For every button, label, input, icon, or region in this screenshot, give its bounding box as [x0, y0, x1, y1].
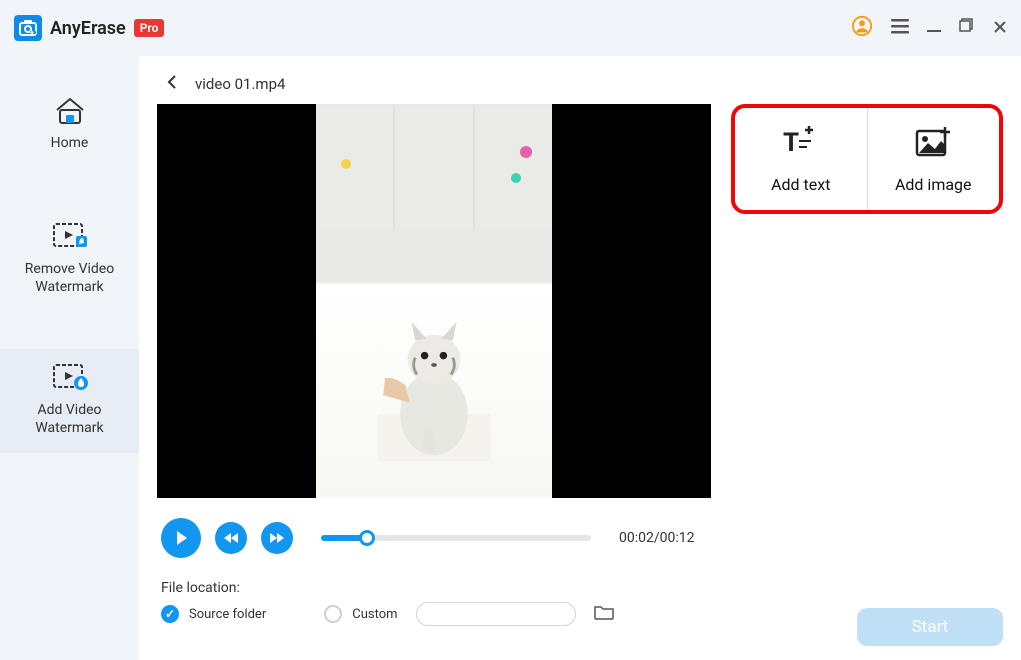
add-text-label: Add text: [771, 175, 830, 194]
add-image-button[interactable]: Add image: [867, 108, 1000, 210]
video-frame: [316, 104, 552, 498]
file-location-row: File location:: [139, 566, 1021, 600]
sidebar-item-label: Home: [51, 134, 89, 152]
minimize-icon[interactable]: [927, 19, 941, 38]
start-button-label: Start: [912, 617, 949, 637]
close-icon[interactable]: [993, 19, 1007, 38]
home-icon: [50, 94, 90, 128]
menu-icon[interactable]: [891, 18, 909, 38]
image-icon: [913, 125, 953, 163]
work-row: T Add text Add image: [139, 104, 1021, 498]
radio-label: Source folder: [189, 607, 266, 622]
app-name-label: AnyErase: [50, 18, 126, 39]
main-panel: video 01.mp4: [139, 56, 1021, 660]
cat-illustration: [374, 301, 494, 461]
add-image-label: Add image: [895, 175, 972, 194]
play-button[interactable]: [161, 518, 201, 558]
title-bar: AnyErase Pro: [0, 0, 1021, 56]
sidebar-item-add-watermark[interactable]: Add Video Watermark: [0, 349, 139, 453]
sidebar-item-label: Remove Video Watermark: [6, 260, 133, 296]
start-button[interactable]: Start: [857, 608, 1003, 646]
radio-source-folder[interactable]: Source folder: [161, 605, 266, 623]
maximize-icon[interactable]: [959, 18, 975, 38]
svg-text:T: T: [783, 128, 799, 158]
custom-path-input[interactable]: [416, 602, 576, 626]
file-header: video 01.mp4: [139, 56, 1021, 104]
add-text-button[interactable]: T Add text: [735, 108, 867, 210]
add-panel: T Add text Add image: [731, 104, 1003, 214]
radio-unchecked-icon: [324, 605, 342, 623]
text-icon: T: [781, 125, 821, 163]
user-icon[interactable]: [851, 15, 873, 41]
radio-checked-icon: [161, 605, 179, 623]
back-arrow-icon[interactable]: [165, 74, 179, 94]
sidebar-item-label: Add Video Watermark: [6, 401, 133, 437]
radio-label: Custom: [352, 607, 397, 622]
add-panel-container: T Add text Add image: [731, 104, 1003, 498]
video-preview[interactable]: [157, 104, 711, 498]
radio-custom[interactable]: Custom: [324, 605, 397, 623]
folder-icon[interactable]: [594, 604, 614, 624]
forward-button[interactable]: [261, 522, 293, 554]
title-bar-left: AnyErase Pro: [14, 15, 164, 41]
current-file-name: video 01.mp4: [195, 75, 285, 93]
progress-thumb[interactable]: [359, 530, 375, 546]
remove-watermark-icon: [50, 220, 90, 254]
pro-badge: Pro: [134, 19, 165, 37]
app-logo-icon: [14, 15, 42, 41]
player-controls: 00:02/00:12: [139, 498, 1021, 566]
sidebar-item-home[interactable]: Home: [0, 82, 139, 168]
tile-background: [316, 108, 552, 228]
file-location-label: File location:: [161, 580, 251, 596]
add-watermark-icon: [50, 361, 90, 395]
progress-slider[interactable]: [321, 535, 591, 541]
time-display: 00:02/00:12: [619, 530, 695, 546]
rewind-button[interactable]: [215, 522, 247, 554]
sidebar-item-remove-watermark[interactable]: Remove Video Watermark: [0, 208, 139, 312]
title-bar-right: [851, 15, 1007, 41]
sidebar: Home Remove Video Watermark Add Video Wa…: [0, 56, 139, 660]
